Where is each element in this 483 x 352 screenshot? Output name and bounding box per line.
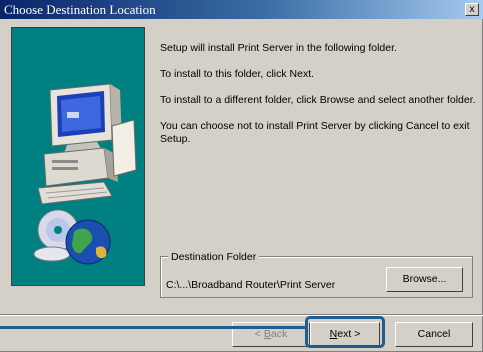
title-bar[interactable]: Choose Destination Location x — [0, 0, 483, 19]
setup-illustration — [11, 27, 145, 286]
computer-with-cds-illustration-icon — [33, 83, 137, 265]
back-accel: B — [263, 328, 271, 340]
destination-path: C:\...\Broadband Router\Print Server — [166, 279, 336, 291]
screenshot-stage: Choose Destination Location x Setup will… — [0, 0, 483, 352]
window-title: Choose Destination Location — [4, 2, 156, 17]
back-prefix: < — [254, 328, 264, 340]
next-instruction-text: To install to this folder, click Next. — [160, 68, 315, 80]
highlight-callout-icon — [305, 316, 385, 348]
destination-folder-label: Destination Folder — [168, 251, 260, 263]
setup-dialog: Choose Destination Location x Setup will… — [0, 0, 483, 352]
browse-instruction-text: To install to a different folder, click … — [160, 94, 476, 106]
back-rest: ack — [270, 328, 288, 340]
browse-button[interactable]: Browse... — [386, 267, 463, 292]
intro-text: Setup will install Print Server in the f… — [160, 42, 397, 54]
button-separator — [0, 314, 483, 316]
callout-pointer-line — [0, 326, 307, 329]
close-icon: x — [469, 4, 475, 15]
browse-button-label: Browse... — [402, 273, 447, 285]
cancel-instruction-text: You can choose not to install Print Serv… — [160, 120, 470, 145]
close-button[interactable]: x — [465, 3, 479, 16]
cancel-button-label: Cancel — [417, 328, 451, 340]
cancel-button[interactable]: Cancel — [395, 322, 473, 347]
